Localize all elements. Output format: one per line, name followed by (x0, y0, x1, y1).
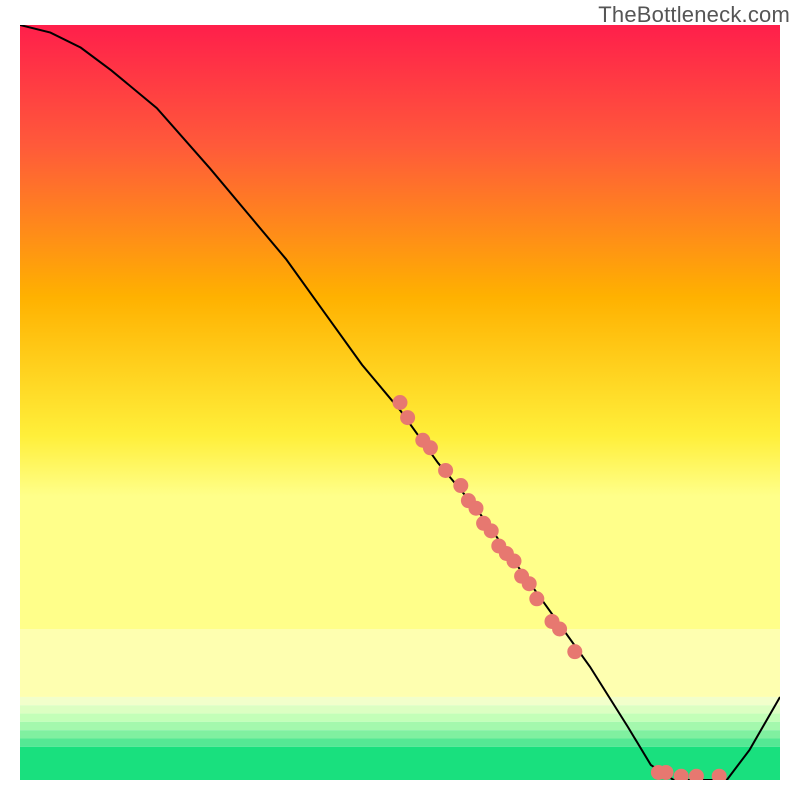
scatter-dot (522, 576, 537, 591)
scatter-dot (712, 769, 727, 780)
scatter-dot (469, 501, 484, 516)
chart-stage: TheBottleneck.com (0, 0, 800, 800)
plot-area (20, 25, 780, 780)
scatter-dot (552, 622, 567, 637)
scatter-dot (507, 554, 522, 569)
scatter-dot (400, 410, 415, 425)
scatter-dot (659, 765, 674, 780)
scatter-dot (423, 440, 438, 455)
scatter-dot (393, 395, 408, 410)
scatter-dot (484, 523, 499, 538)
scatter-dot (453, 478, 468, 493)
scatter-dot (674, 769, 689, 780)
scatter-dots (20, 25, 780, 780)
scatter-dot (438, 463, 453, 478)
scatter-dot (567, 644, 582, 659)
scatter-dot (689, 769, 704, 780)
scatter-dot (529, 591, 544, 606)
